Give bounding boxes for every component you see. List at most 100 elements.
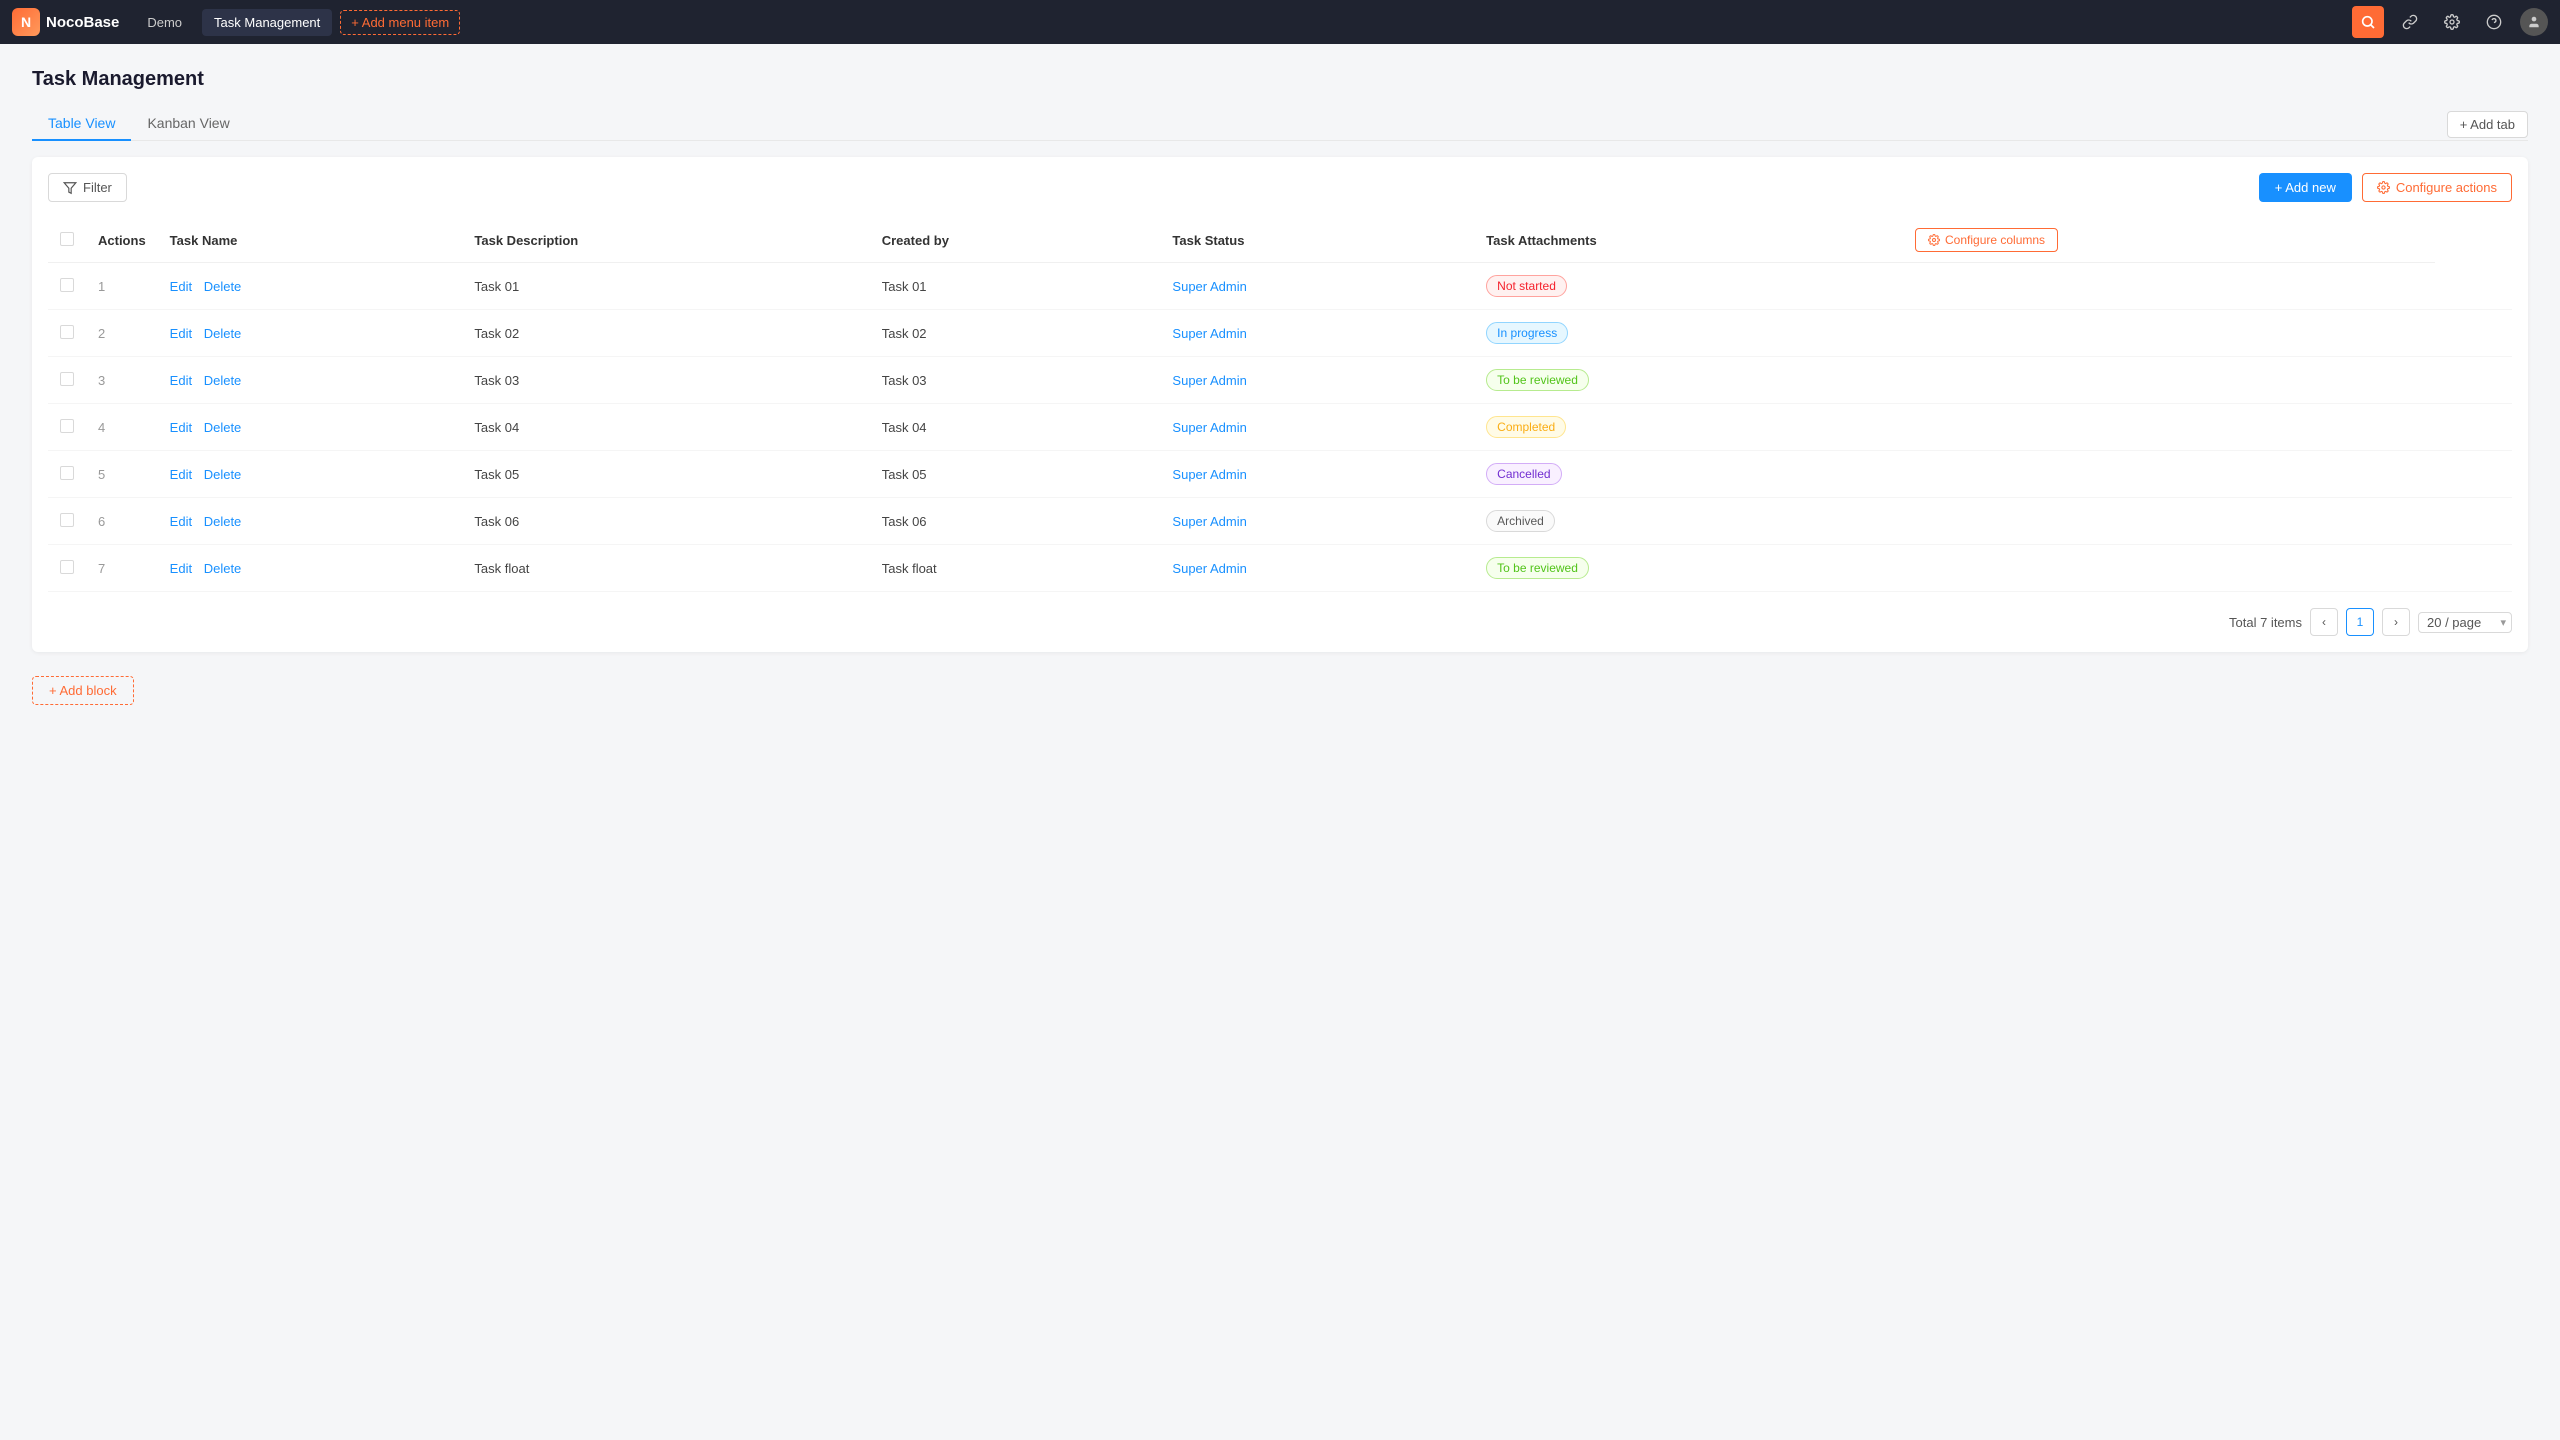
row-task-status: Archived	[1474, 498, 1903, 545]
row-task-description: Task 04	[870, 404, 1161, 451]
row-created-by: Super Admin	[1160, 310, 1474, 357]
edit-link[interactable]: Edit	[170, 326, 192, 341]
current-page-button[interactable]: 1	[2346, 608, 2374, 636]
row-task-status: In progress	[1474, 310, 1903, 357]
row-created-by: Super Admin	[1160, 357, 1474, 404]
created-by-link[interactable]: Super Admin	[1172, 420, 1246, 435]
select-all-column	[48, 218, 86, 263]
row-task-name: Task 02	[462, 310, 869, 357]
tab-table-view[interactable]: Table View	[32, 107, 131, 141]
row-number: 6	[86, 498, 158, 545]
filter-button[interactable]: Filter	[48, 173, 127, 202]
row-checkbox-cell	[48, 310, 86, 357]
row-checkbox[interactable]	[60, 278, 74, 292]
configure-columns-icon	[1928, 234, 1940, 246]
status-badge: To be reviewed	[1486, 557, 1589, 579]
row-checkbox[interactable]	[60, 372, 74, 386]
row-actions: Edit Delete	[158, 451, 463, 498]
prev-page-button[interactable]: ‹	[2310, 608, 2338, 636]
row-checkbox[interactable]	[60, 513, 74, 527]
created-by-link[interactable]: Super Admin	[1172, 279, 1246, 294]
table-row: 7 Edit Delete Task float Task float Supe…	[48, 545, 2512, 592]
edit-link[interactable]: Edit	[170, 467, 192, 482]
row-actions: Edit Delete	[158, 404, 463, 451]
table-row: 4 Edit Delete Task 04 Task 04 Super Admi…	[48, 404, 2512, 451]
row-checkbox[interactable]	[60, 466, 74, 480]
delete-link[interactable]: Delete	[204, 373, 242, 388]
row-number: 3	[86, 357, 158, 404]
row-number: 7	[86, 545, 158, 592]
row-number: 4	[86, 404, 158, 451]
row-created-by: Super Admin	[1160, 263, 1474, 310]
row-task-status: Not started	[1474, 263, 1903, 310]
edit-link[interactable]: Edit	[170, 279, 192, 294]
edit-link[interactable]: Edit	[170, 420, 192, 435]
row-number: 1	[86, 263, 158, 310]
filter-label: Filter	[83, 180, 112, 195]
status-badge: To be reviewed	[1486, 369, 1589, 391]
row-actions: Edit Delete	[158, 357, 463, 404]
row-number: 5	[86, 451, 158, 498]
table-row: 5 Edit Delete Task 05 Task 05 Super Admi…	[48, 451, 2512, 498]
row-task-description: Task 02	[870, 310, 1161, 357]
select-all-checkbox[interactable]	[60, 232, 74, 246]
row-number: 2	[86, 310, 158, 357]
row-checkbox[interactable]	[60, 419, 74, 433]
add-block-button[interactable]: + Add block	[32, 676, 134, 705]
search-icon-button[interactable]	[2352, 6, 2384, 38]
add-menu-item-button[interactable]: + Add menu item	[340, 10, 460, 35]
settings-icon-button[interactable]	[2436, 6, 2468, 38]
row-task-status: To be reviewed	[1474, 545, 1903, 592]
configure-columns-label: Configure columns	[1945, 233, 2045, 247]
created-by-link[interactable]: Super Admin	[1172, 373, 1246, 388]
table-row: 2 Edit Delete Task 02 Task 02 Super Admi…	[48, 310, 2512, 357]
page-size-wrapper: 20 / page 10 / page 50 / page 100 / page	[2418, 612, 2512, 633]
created-by-link[interactable]: Super Admin	[1172, 514, 1246, 529]
next-page-button[interactable]: ›	[2382, 608, 2410, 636]
tabs-container: Table View Kanban View + Add tab	[32, 107, 2528, 141]
table-container: Filter + Add new Configure actions	[32, 157, 2528, 652]
add-new-button[interactable]: + Add new	[2259, 173, 2352, 202]
row-checkbox[interactable]	[60, 325, 74, 339]
delete-link[interactable]: Delete	[204, 279, 242, 294]
row-checkbox-cell	[48, 451, 86, 498]
nav-item-task-management[interactable]: Task Management	[202, 9, 332, 36]
row-created-by: Super Admin	[1160, 545, 1474, 592]
row-task-attachments	[1903, 310, 2435, 357]
help-icon-button[interactable]	[2478, 6, 2510, 38]
add-tab-button[interactable]: + Add tab	[2447, 111, 2528, 138]
edit-link[interactable]: Edit	[170, 561, 192, 576]
delete-link[interactable]: Delete	[204, 420, 242, 435]
status-badge: Completed	[1486, 416, 1566, 438]
table-row: 1 Edit Delete Task 01 Task 01 Super Admi…	[48, 263, 2512, 310]
edit-link[interactable]: Edit	[170, 373, 192, 388]
column-header-task-description: Task Description	[462, 218, 869, 263]
nav-item-demo[interactable]: Demo	[135, 9, 194, 36]
logo[interactable]: N NocoBase	[12, 8, 119, 36]
configure-actions-button[interactable]: Configure actions	[2362, 173, 2512, 202]
edit-link[interactable]: Edit	[170, 514, 192, 529]
link-icon-button[interactable]	[2394, 6, 2426, 38]
row-checkbox-cell	[48, 263, 86, 310]
delete-link[interactable]: Delete	[204, 561, 242, 576]
created-by-link[interactable]: Super Admin	[1172, 467, 1246, 482]
tab-kanban-view[interactable]: Kanban View	[131, 107, 245, 141]
avatar[interactable]	[2520, 8, 2548, 36]
created-by-link[interactable]: Super Admin	[1172, 561, 1246, 576]
row-task-name: Task float	[462, 545, 869, 592]
data-table: Actions Task Name Task Description Creat…	[48, 218, 2512, 592]
toolbar-right: + Add new Configure actions	[2259, 173, 2512, 202]
page-size-select[interactable]: 20 / page 10 / page 50 / page 100 / page	[2418, 612, 2512, 633]
delete-link[interactable]: Delete	[204, 514, 242, 529]
configure-actions-label: Configure actions	[2396, 180, 2497, 195]
delete-link[interactable]: Delete	[204, 326, 242, 341]
row-checkbox-cell	[48, 357, 86, 404]
logo-text: NocoBase	[46, 14, 119, 31]
delete-link[interactable]: Delete	[204, 467, 242, 482]
configure-columns-button[interactable]: Configure columns	[1915, 228, 2058, 252]
table-row: 3 Edit Delete Task 03 Task 03 Super Admi…	[48, 357, 2512, 404]
row-checkbox[interactable]	[60, 560, 74, 574]
created-by-link[interactable]: Super Admin	[1172, 326, 1246, 341]
status-badge: Cancelled	[1486, 463, 1561, 485]
row-task-description: Task 03	[870, 357, 1161, 404]
